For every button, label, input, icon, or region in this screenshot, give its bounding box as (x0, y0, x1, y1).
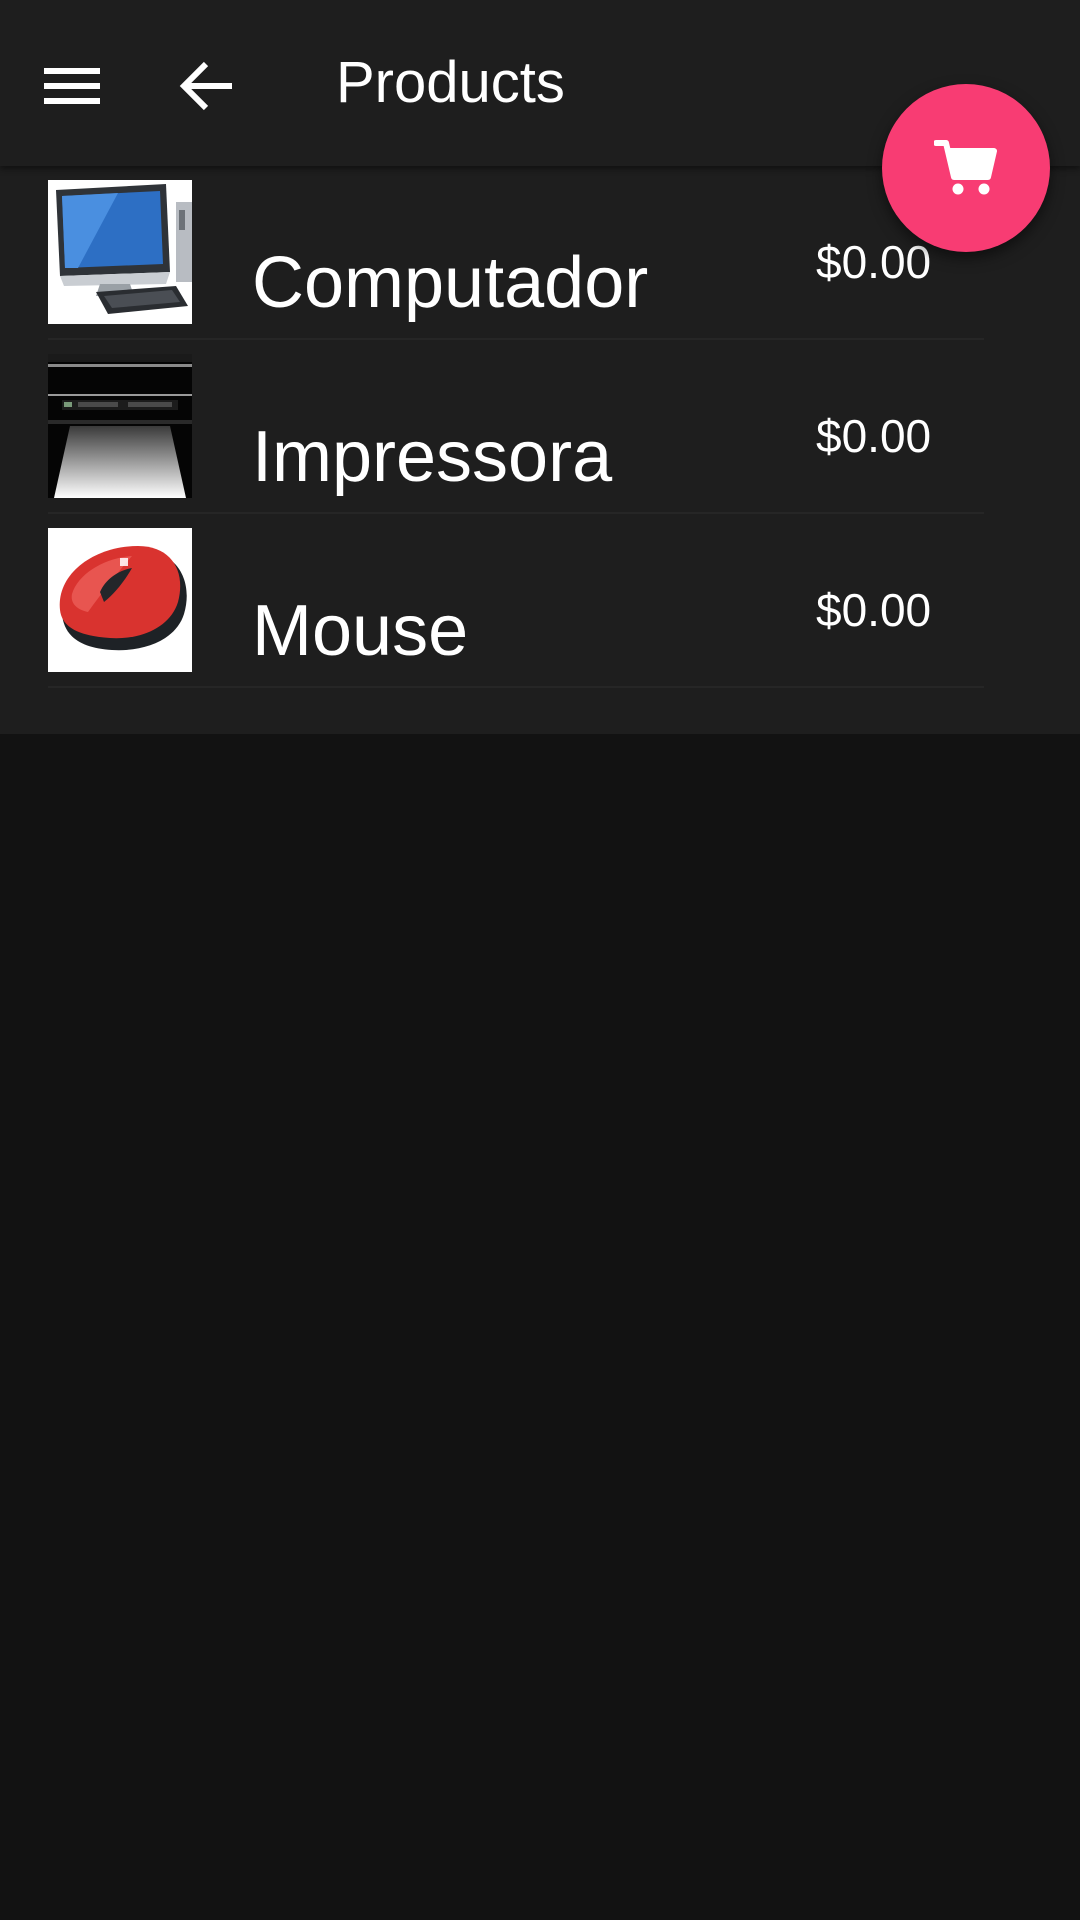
red-mouse-image (48, 528, 192, 672)
product-name: Mouse (252, 591, 469, 671)
product-price: $0.00 (816, 584, 932, 636)
cart-button[interactable] (882, 84, 1050, 252)
product-price: $0.00 (816, 236, 932, 288)
product-name: Computador (252, 243, 649, 323)
back-button[interactable] (164, 44, 248, 128)
product-name: Impressora (252, 417, 613, 497)
desktop-computer-image (48, 180, 192, 324)
arrow-back-icon (179, 61, 232, 111)
product-price: $0.00 (816, 410, 932, 462)
menu-button[interactable] (30, 44, 114, 128)
product-row-mouse[interactable]: Mouse $0.00 (48, 514, 984, 688)
page-title: Products (336, 50, 565, 115)
product-row-impressora[interactable]: Impressora $0.00 (48, 340, 984, 514)
menu-icon (44, 68, 100, 104)
shopping-cart-icon (934, 140, 997, 195)
printer-image (48, 354, 192, 498)
product-list: Computador $0.00 Impressora $0.00 Mouse … (0, 166, 1080, 734)
product-row-computador[interactable]: Computador $0.00 (48, 166, 984, 340)
